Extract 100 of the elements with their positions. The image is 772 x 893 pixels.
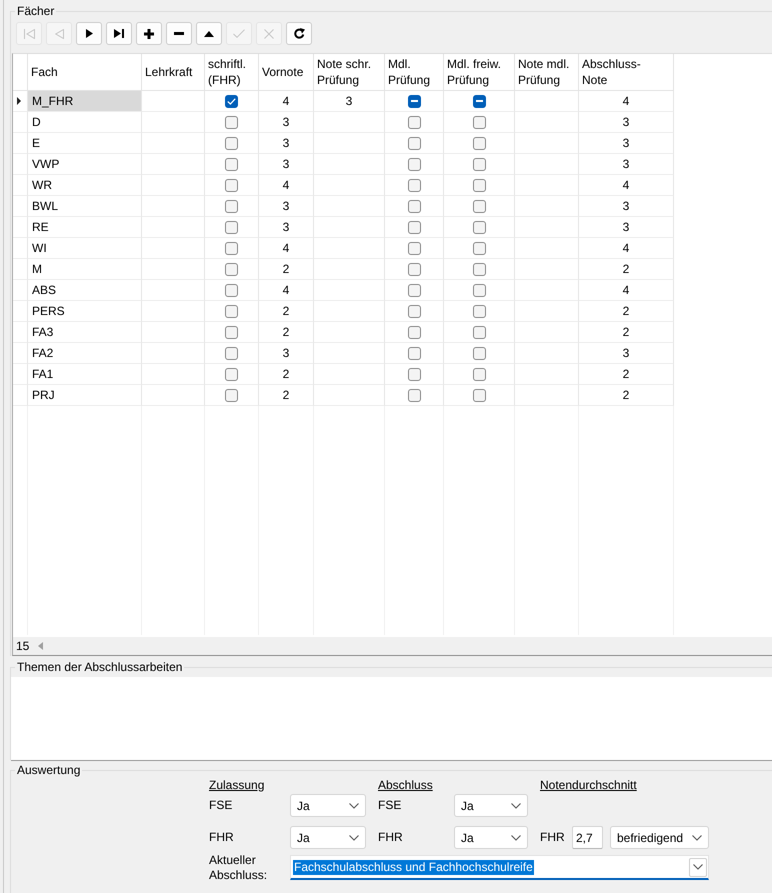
checkbox[interactable] [408, 368, 420, 380]
checkbox[interactable] [472, 346, 486, 360]
table-cell[interactable]: E [28, 133, 142, 154]
last-record-button[interactable] [106, 22, 132, 45]
dropdown[interactable]: befriedigend [610, 826, 709, 849]
checkbox[interactable] [225, 242, 238, 254]
input-field[interactable]: 2,7 [572, 826, 603, 849]
checkbox[interactable] [408, 200, 420, 212]
group-title: Auswertung [16, 763, 82, 777]
dropdown[interactable]: Ja [290, 794, 366, 817]
checkbox[interactable] [225, 116, 238, 128]
checkbox[interactable] [472, 262, 486, 276]
check-icon [233, 29, 245, 38]
checkbox[interactable] [472, 158, 486, 170]
table-cell[interactable]: FA1 [28, 364, 142, 385]
checkbox[interactable] [225, 136, 238, 150]
dropdown[interactable]: Ja [454, 794, 528, 817]
checkbox[interactable] [472, 304, 486, 318]
table-cell[interactable]: WI [28, 238, 142, 259]
checkbox[interactable] [225, 94, 238, 108]
checkbox[interactable] [225, 158, 238, 170]
checkbox[interactable] [472, 326, 486, 338]
checkbox[interactable] [408, 284, 420, 296]
checkbox[interactable] [472, 242, 486, 254]
checkbox[interactable] [225, 262, 238, 276]
checkbox[interactable] [408, 262, 420, 276]
column-header[interactable]: Note schr. Prüfung [314, 54, 385, 91]
checkbox[interactable] [408, 178, 420, 192]
add-button[interactable] [136, 22, 162, 45]
checkbox[interactable] [472, 136, 486, 150]
checkbox[interactable] [408, 94, 420, 108]
table-cell[interactable]: PRJ [28, 385, 142, 406]
checkbox[interactable] [408, 326, 420, 338]
table-cell[interactable]: M [28, 259, 142, 280]
group-title: Fächer [16, 4, 56, 18]
table-cell[interactable]: FA2 [28, 343, 142, 364]
table-cell[interactable]: ABS [28, 280, 142, 301]
section-heading: Notendurchschnitt [540, 778, 637, 793]
minus-icon [174, 32, 184, 35]
edit-button[interactable] [196, 22, 222, 45]
column-header[interactable]: schriftl. (FHR) [205, 54, 259, 91]
table-cell: 2 [259, 364, 314, 385]
dropdown-button[interactable] [689, 858, 707, 876]
table-cell: 4 [259, 238, 314, 259]
checkbox[interactable] [225, 178, 238, 192]
table-cell: 4 [579, 238, 674, 259]
chevron-down-icon [349, 834, 359, 840]
table-cell[interactable]: VWP [28, 154, 142, 175]
column-header[interactable]: Mdl. freiw. Prüfung [444, 54, 515, 91]
table-cell[interactable]: BWL [28, 196, 142, 217]
dropdown[interactable]: Fachschulabschluss und Fachhochschulreife [290, 855, 709, 880]
triangle-left-icon [54, 28, 64, 38]
checkbox[interactable] [225, 304, 238, 318]
dropdown[interactable]: Ja [290, 826, 366, 849]
checkbox[interactable] [472, 116, 486, 128]
table-cell[interactable]: D [28, 112, 142, 133]
table-cell: 3 [259, 196, 314, 217]
checkbox[interactable] [225, 284, 238, 296]
next-record-button[interactable] [76, 22, 102, 45]
memo-field[interactable] [11, 677, 772, 761]
checkbox[interactable] [408, 116, 420, 128]
checkbox[interactable] [225, 368, 238, 380]
checkbox[interactable] [225, 346, 238, 360]
column-header[interactable]: Fach [28, 54, 142, 91]
checkbox[interactable] [225, 220, 238, 234]
checkbox[interactable] [472, 220, 486, 234]
column-header[interactable]: Lehrkraft [142, 54, 205, 91]
checkbox[interactable] [472, 178, 486, 192]
table-cell[interactable]: FA3 [28, 322, 142, 343]
column-header[interactable]: Vornote [259, 54, 314, 91]
chevron-down-icon [692, 834, 702, 840]
column-header[interactable]: Mdl. Prüfung [385, 54, 444, 91]
table-cell[interactable]: M_FHR [28, 91, 142, 112]
checkbox[interactable] [408, 242, 420, 254]
checkbox[interactable] [408, 220, 420, 234]
scroll-left-arrow-icon[interactable] [38, 642, 44, 650]
table-cell[interactable]: PERS [28, 301, 142, 322]
checkbox[interactable] [408, 304, 420, 318]
checkbox[interactable] [408, 388, 420, 402]
table-cell[interactable]: RE [28, 217, 142, 238]
checkbox[interactable] [225, 326, 238, 338]
checkbox[interactable] [225, 200, 238, 212]
section-heading: Zulassung [209, 778, 264, 793]
column-header[interactable]: Note mdl. Prüfung [515, 54, 579, 91]
table-cell[interactable]: WR [28, 175, 142, 196]
table-cell: 4 [259, 91, 314, 112]
checkbox[interactable] [408, 158, 420, 170]
checkbox[interactable] [472, 284, 486, 296]
checkbox[interactable] [225, 388, 238, 402]
dropdown[interactable]: Ja [454, 826, 528, 849]
checkbox[interactable] [408, 346, 420, 360]
column-header[interactable]: Abschluss-Note [579, 54, 674, 91]
checkbox[interactable] [408, 136, 420, 150]
checkbox[interactable] [472, 94, 486, 108]
checkbox[interactable] [472, 368, 486, 380]
delete-button[interactable] [166, 22, 192, 45]
checkbox[interactable] [472, 200, 486, 212]
checkbox[interactable] [472, 388, 486, 402]
refresh-button[interactable] [286, 22, 312, 45]
table-cell: 3 [579, 196, 674, 217]
